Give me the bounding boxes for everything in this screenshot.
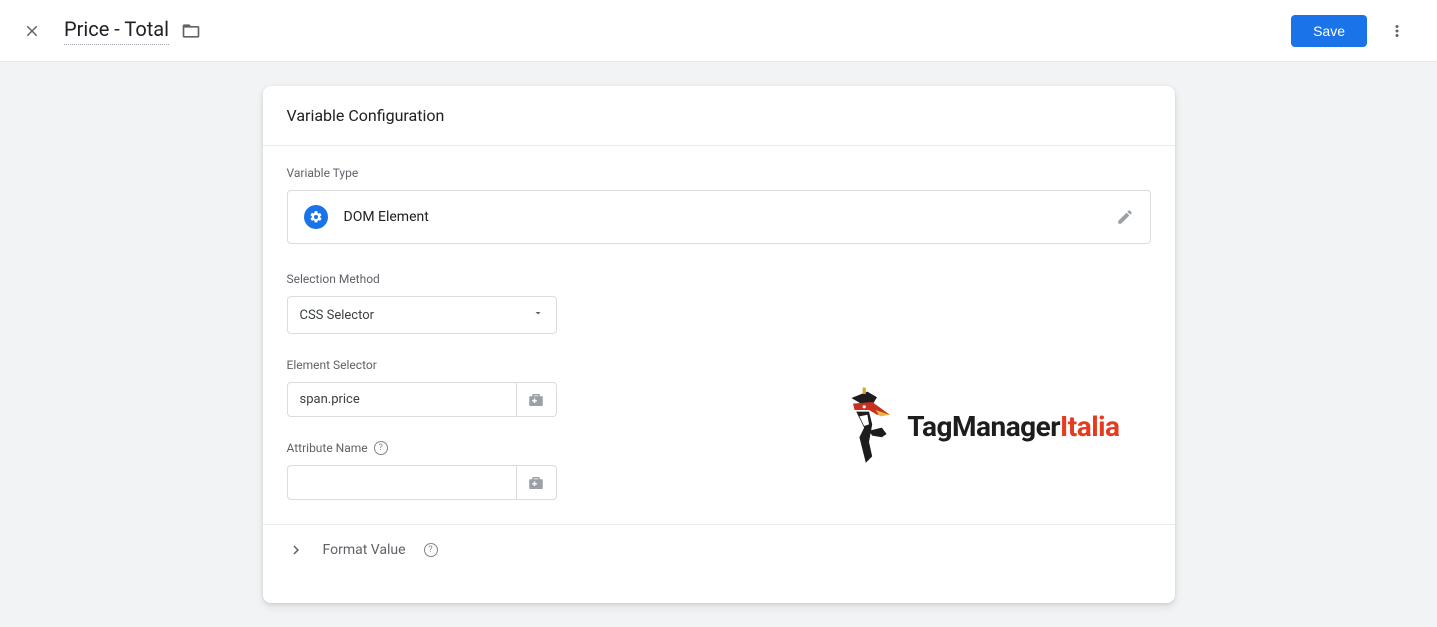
variable-type-label: Variable Type [287,166,1151,180]
selection-method-value: CSS Selector [300,308,375,323]
card-title: Variable Configuration [263,86,1175,146]
variable-picker-button[interactable] [517,382,557,417]
variable-picker-button[interactable] [517,465,557,500]
gear-badge-icon [304,205,328,229]
page-title[interactable]: Price - Total [64,17,169,45]
close-icon[interactable] [20,19,44,43]
variable-type-value: DOM Element [344,209,429,225]
chevron-right-icon[interactable] [287,541,305,559]
variable-type-selector[interactable]: DOM Element [287,190,1151,244]
variable-config-card: Variable Configuration Variable Type DOM… [263,86,1175,603]
pencil-icon[interactable] [1116,208,1134,226]
folder-icon[interactable] [181,21,201,41]
element-selector-label: Element Selector [287,358,1151,372]
element-selector-input[interactable] [287,382,517,417]
attribute-name-label: Attribute Name [287,441,368,455]
attribute-name-input[interactable] [287,465,517,500]
format-value-label[interactable]: Format Value [323,542,406,558]
more-menu-icon[interactable] [1377,11,1417,51]
chevron-down-icon [532,307,544,323]
help-icon[interactable]: ? [424,543,438,557]
selection-method-label: Selection Method [287,272,1151,286]
selection-method-select[interactable]: CSS Selector [287,296,557,334]
help-icon[interactable]: ? [374,441,388,455]
save-button[interactable]: Save [1291,15,1367,47]
